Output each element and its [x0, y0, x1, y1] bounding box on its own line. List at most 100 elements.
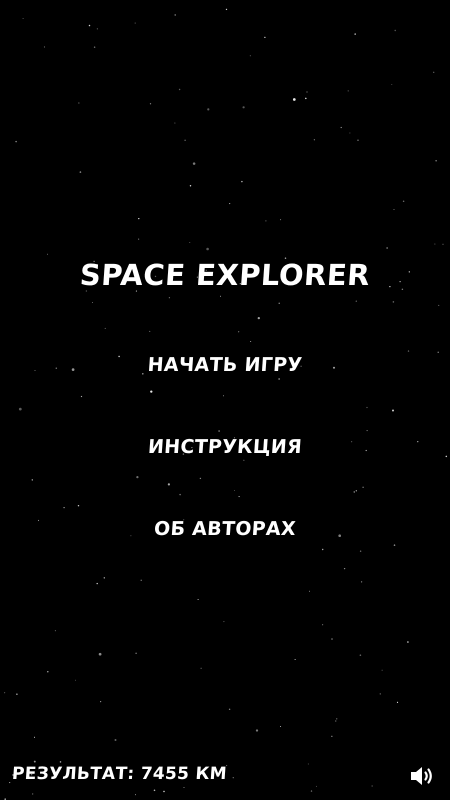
star [174, 122, 176, 124]
star [100, 701, 102, 703]
starfield-background [4, 8, 448, 800]
star [167, 483, 171, 486]
star [438, 304, 440, 306]
star [96, 28, 98, 30]
star [294, 659, 296, 660]
star [355, 300, 357, 302]
star [359, 550, 362, 552]
star [96, 582, 98, 585]
game-screen: SPACE EXPLORER НАЧАТЬ ИГРУ ИНСТРУКЦИЯ ОБ… [0, 0, 450, 800]
star [249, 55, 251, 57]
instructions-button[interactable]: ИНСТРУКЦИЯ [0, 436, 450, 458]
star [357, 139, 359, 141]
star [359, 654, 362, 656]
star [391, 84, 393, 86]
star [74, 679, 76, 681]
star [257, 316, 260, 320]
star [307, 763, 309, 765]
star [189, 241, 191, 243]
start-game-button[interactable]: НАЧАТЬ ИГРУ [0, 354, 450, 376]
star [434, 243, 436, 245]
sound-toggle-button[interactable] [408, 763, 436, 789]
star [315, 785, 317, 787]
star [163, 790, 165, 793]
star [174, 14, 176, 16]
star [22, 17, 24, 20]
star [223, 621, 225, 623]
star [435, 160, 437, 162]
star [353, 491, 355, 493]
star [396, 701, 399, 703]
star [306, 91, 308, 93]
star [63, 506, 65, 509]
star [135, 794, 136, 796]
star [88, 24, 91, 27]
star [225, 8, 228, 11]
star [292, 98, 296, 101]
star [407, 641, 409, 643]
star [433, 71, 435, 73]
star [437, 351, 439, 353]
star [54, 630, 56, 632]
star [33, 760, 36, 763]
star [4, 692, 6, 694]
star [255, 729, 259, 732]
star [138, 218, 140, 220]
star [229, 203, 231, 205]
star [98, 652, 102, 656]
star [184, 139, 186, 141]
star [313, 139, 316, 141]
star [189, 185, 192, 187]
star [280, 726, 282, 727]
star [80, 395, 83, 398]
star [381, 669, 383, 671]
star [93, 46, 96, 48]
star [206, 247, 209, 251]
star [47, 670, 49, 673]
star [136, 475, 139, 479]
star [179, 493, 181, 496]
star [199, 477, 202, 480]
star [149, 103, 152, 105]
star [15, 140, 17, 143]
star [310, 790, 313, 792]
star [393, 208, 395, 210]
star [79, 171, 82, 173]
star [331, 735, 333, 737]
star [386, 247, 388, 249]
score-display: РЕЗУЛЬТАТ: 7455 КМ [11, 764, 228, 784]
star [232, 777, 234, 779]
star [104, 327, 106, 329]
about-authors-button[interactable]: ОБ АВТОРАХ [0, 518, 450, 540]
star [197, 598, 199, 601]
star [18, 407, 22, 411]
star [43, 46, 46, 48]
star [33, 736, 36, 738]
star [192, 162, 196, 165]
star [47, 253, 49, 255]
star [9, 782, 11, 784]
star [354, 33, 356, 35]
star [59, 761, 62, 763]
star [238, 331, 240, 333]
star [134, 22, 136, 24]
star [335, 720, 337, 722]
star [168, 297, 171, 299]
star [278, 378, 280, 380]
star [343, 567, 346, 570]
star [207, 108, 210, 111]
star [114, 738, 117, 742]
star [138, 238, 140, 240]
star [366, 430, 368, 432]
star [178, 88, 181, 91]
star [402, 200, 405, 202]
star [218, 430, 220, 432]
star [340, 126, 342, 129]
star [407, 350, 410, 352]
star [153, 789, 156, 792]
star [149, 330, 151, 332]
star [366, 406, 368, 409]
star [347, 90, 349, 92]
star [238, 496, 240, 498]
star [32, 793, 34, 795]
